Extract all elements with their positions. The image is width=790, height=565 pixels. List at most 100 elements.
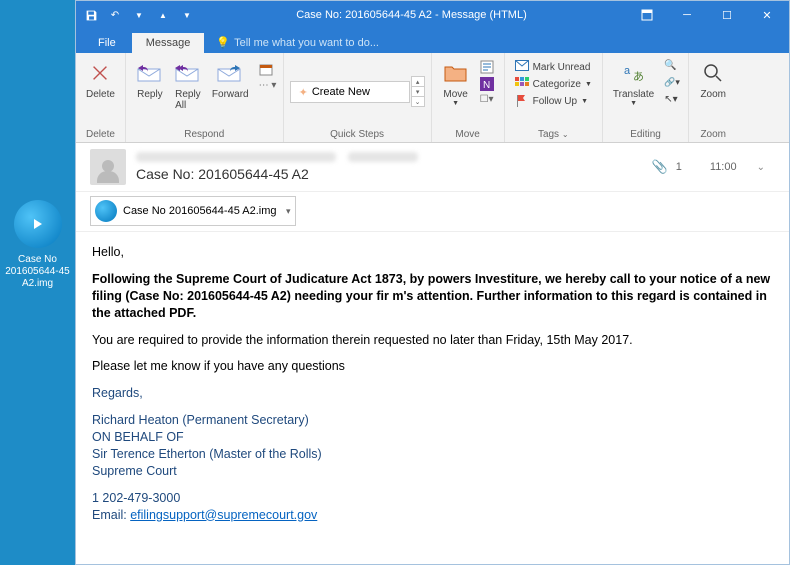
find-button[interactable]: 🔍 <box>660 59 682 75</box>
attachment-count: 1 <box>676 161 682 173</box>
close-button[interactable]: ✕ <box>749 3 785 27</box>
ribbon-group-quicksteps: ✦ Create New ▴▾⌄ Quick Steps <box>284 53 432 142</box>
ribbon-group-zoom: Zoom Zoom <box>689 53 737 142</box>
move-button[interactable]: Move▼ <box>438 57 474 110</box>
message-header: Case No: 201605644-45 A2 📎 1 11:00 ⌄ <box>76 143 789 192</box>
sparkle-icon: ✦ <box>299 86 308 99</box>
ribbon-group-delete: Delete Delete <box>76 53 126 142</box>
svg-text:N: N <box>483 80 490 91</box>
qat-more-icon[interactable]: ▼ <box>132 8 146 22</box>
find-icon: 🔍 <box>664 60 678 74</box>
actions-icon: ☐▾ <box>480 94 494 108</box>
body-paragraph-1: Following the Supreme Court of Judicatur… <box>92 271 773 322</box>
attachment-file-icon <box>95 200 117 222</box>
group-label-move: Move <box>455 127 479 140</box>
recipient-redacted <box>348 152 418 162</box>
email-link[interactable]: efilingsupport@supremecourt.gov <box>130 508 317 522</box>
signature-contact: 1 202-479-3000 Email: efilingsupport@sup… <box>92 490 773 524</box>
translate-button[interactable]: aあ Translate▼ <box>609 57 658 110</box>
onenote-icon: N <box>480 77 494 91</box>
meeting-button[interactable] <box>255 61 277 77</box>
flag-icon <box>515 94 529 108</box>
svg-text:a: a <box>624 65 631 77</box>
mark-unread-button[interactable]: Mark Unread <box>511 59 596 75</box>
zoom-icon <box>699 59 727 87</box>
tab-file[interactable]: File <box>84 33 130 53</box>
tell-me-placeholder: Tell me what you want to do... <box>234 37 379 49</box>
forward-button[interactable]: Forward <box>208 57 253 102</box>
body-regards: Regards, <box>92 385 773 402</box>
reply-button[interactable]: Reply <box>132 57 168 102</box>
desktop-background: Case No 201605644-45 A2.img <box>0 0 75 565</box>
ribbon: Delete Delete Reply Reply All Forward <box>76 53 789 143</box>
group-label-zoom: Zoom <box>700 127 726 140</box>
more-respond-button[interactable]: ⋯ ▾ <box>255 79 277 95</box>
attachment-filename: Case No 201605644-45 A2.img <box>123 205 277 217</box>
envelope-icon <box>515 60 529 74</box>
desktop-file-icon[interactable] <box>14 200 62 248</box>
titlebar: ↶ ▼ ▲ ▼ Case No: 201605644-45 A2 - Messa… <box>76 1 789 29</box>
reply-icon <box>136 59 164 87</box>
reply-all-button[interactable]: Reply All <box>170 57 206 113</box>
more-icon: ⋯ ▾ <box>259 80 273 94</box>
related-icon: 🔗▾ <box>664 77 678 91</box>
desktop-file-label[interactable]: Case No 201605644-45 A2.img <box>3 254 73 290</box>
message-body: Hello, Following the Supreme Court of Ju… <box>76 232 789 564</box>
delete-icon <box>86 59 114 87</box>
onenote-button[interactable]: N <box>476 76 498 92</box>
tab-message[interactable]: Message <box>132 33 205 53</box>
attachment-chip[interactable]: Case No 201605644-45 A2.img <box>90 196 296 226</box>
delete-button[interactable]: Delete <box>82 57 119 102</box>
ribbon-group-tags: Mark Unread Categorize ▼ Follow Up ▼ Tag… <box>505 53 603 142</box>
sender-avatar <box>90 149 126 185</box>
group-label-respond: Respond <box>184 127 224 140</box>
ribbon-group-respond: Reply Reply All Forward ⋯ ▾ Respond <box>126 53 284 142</box>
ribbon-options-button[interactable] <box>629 3 665 27</box>
forward-icon <box>216 59 244 87</box>
qat-undo-icon[interactable]: ↶ <box>108 8 122 22</box>
rules-button[interactable] <box>476 59 498 75</box>
ribbon-group-move: Move▼ N ☐▾ Move <box>432 53 505 142</box>
select-button[interactable]: ↖▾ <box>660 93 682 109</box>
categorize-icon <box>515 77 529 91</box>
quickstep-gallery-controls[interactable]: ▴▾⌄ <box>411 77 425 107</box>
reply-all-icon <box>174 59 202 87</box>
translate-icon: aあ <box>620 59 648 87</box>
group-label-tags: Tags ⌄ <box>538 127 569 140</box>
folder-icon <box>442 59 470 87</box>
group-label-quicksteps: Quick Steps <box>330 127 384 140</box>
message-subject: Case No: 201605644-45 A2 <box>136 166 642 182</box>
body-greeting: Hello, <box>92 244 773 261</box>
attachment-indicator-icon: 📎 <box>652 159 668 175</box>
meeting-icon <box>259 62 273 76</box>
window-title: Case No: 201605644-45 A2 - Message (HTML… <box>194 9 629 21</box>
categorize-button[interactable]: Categorize ▼ <box>511 76 596 92</box>
create-new-quickstep[interactable]: ✦ Create New <box>290 81 410 103</box>
group-label-editing: Editing <box>630 127 661 140</box>
related-button[interactable]: 🔗▾ <box>660 76 682 92</box>
save-icon[interactable] <box>84 8 98 22</box>
message-time: 11:00 <box>710 161 737 173</box>
tell-me-search[interactable]: 💡 Tell me what you want to do... <box>206 32 389 53</box>
lightbulb-icon: 💡 <box>216 36 230 49</box>
ribbon-group-editing: aあ Translate▼ 🔍 🔗▾ ↖▾ Editing <box>603 53 689 142</box>
cursor-icon: ↖▾ <box>664 94 678 108</box>
minimize-button[interactable]: ─ <box>669 3 705 27</box>
svg-text:あ: あ <box>633 70 644 83</box>
collapse-header-button[interactable]: ⌄ <box>747 162 775 173</box>
rules-icon <box>480 60 494 74</box>
qat-up-icon[interactable]: ▲ <box>156 8 170 22</box>
attachment-row: Case No 201605644-45 A2.img <box>76 192 789 232</box>
actions-button[interactable]: ☐▾ <box>476 93 498 109</box>
zoom-button[interactable]: Zoom <box>695 57 731 102</box>
body-paragraph-2: You are required to provide the informat… <box>92 332 773 349</box>
qat-down-icon[interactable]: ▼ <box>180 8 194 22</box>
followup-button[interactable]: Follow Up ▼ <box>511 93 596 109</box>
maximize-button[interactable]: ☐ <box>709 3 745 27</box>
outlook-message-window: ↶ ▼ ▲ ▼ Case No: 201605644-45 A2 - Messa… <box>75 0 790 565</box>
ribbon-tabs: File Message 💡 Tell me what you want to … <box>76 29 789 53</box>
signature-block: Richard Heaton (Permanent Secretary) ON … <box>92 412 773 480</box>
body-paragraph-3: Please let me know if you have any quest… <box>92 358 773 375</box>
sender-name-redacted <box>136 152 336 162</box>
group-label-delete: Delete <box>86 127 115 140</box>
